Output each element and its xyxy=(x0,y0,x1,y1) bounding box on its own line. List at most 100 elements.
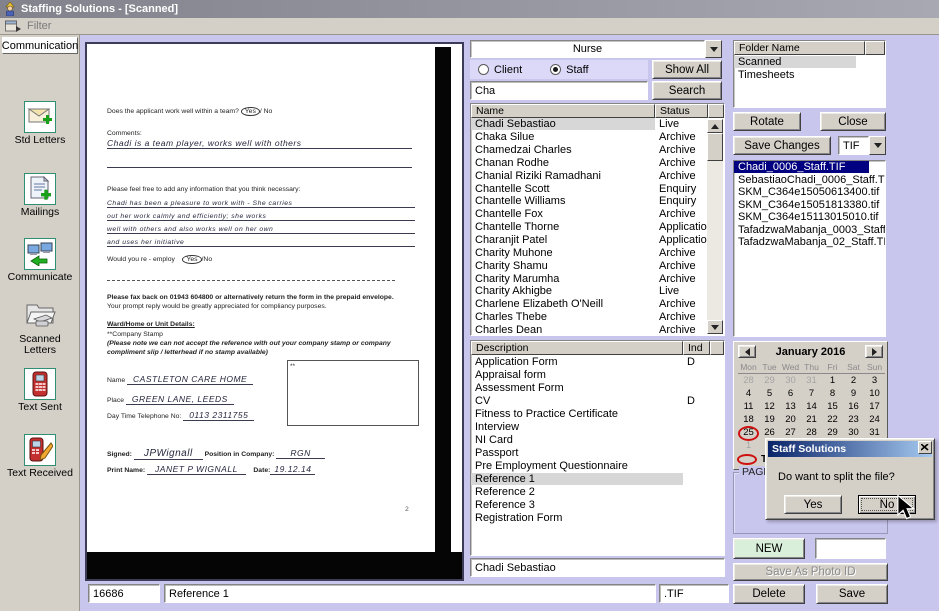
search-input[interactable]: Cha xyxy=(470,81,648,100)
menu-item-filter[interactable]: Filter xyxy=(27,20,51,32)
description-row[interactable]: NI Card xyxy=(471,433,724,446)
staff-row[interactable]: Charles ThebeArchive xyxy=(471,311,724,324)
calendar-day[interactable]: 29 xyxy=(759,374,780,387)
calendar-day[interactable]: 22 xyxy=(822,413,843,426)
calendar-day[interactable]: 16 xyxy=(843,400,864,413)
doc-type-field[interactable]: Reference 1 xyxy=(164,584,656,603)
file-row[interactable]: Chadi_0006_Staff.TIF xyxy=(734,161,885,174)
rotate-button[interactable]: Rotate xyxy=(733,112,801,131)
category-combobox[interactable]: Nurse xyxy=(470,40,722,58)
staff-row[interactable]: Chaka SilueArchive xyxy=(471,131,724,144)
chevron-down-icon[interactable] xyxy=(705,40,722,58)
sidebar-item-communicate[interactable]: Communicate xyxy=(0,238,80,283)
description-row[interactable]: Application FormD xyxy=(471,355,724,368)
calendar-day[interactable]: 20 xyxy=(780,413,801,426)
staff-row[interactable]: Chantelle ScottEnquiry xyxy=(471,182,724,195)
calendar-prev-icon[interactable] xyxy=(738,345,756,358)
chevron-down-icon[interactable] xyxy=(869,136,886,155)
file-row[interactable]: TafadzwaMabanja_0003_Staff.TIF xyxy=(734,224,885,237)
staff-row[interactable]: Chantelle WilliamsEnquiry xyxy=(471,195,724,208)
show-all-button[interactable]: Show All xyxy=(652,60,722,79)
search-button[interactable]: Search xyxy=(652,81,722,100)
calendar-day[interactable]: 8 xyxy=(822,387,843,400)
description-list[interactable]: Description Ind Application FormDApprais… xyxy=(470,340,725,556)
description-row[interactable]: Appraisal form xyxy=(471,368,724,381)
staff-row[interactable]: Chanial Riziki RamadhaniArchive xyxy=(471,169,724,182)
calendar-day[interactable]: 10 xyxy=(864,387,885,400)
staff-row[interactable]: Charity ShamuArchive xyxy=(471,259,724,272)
staff-row[interactable]: Chantelle ThorneApplication xyxy=(471,221,724,234)
record-id-field[interactable]: 16686 xyxy=(88,584,160,603)
scroll-up-icon[interactable] xyxy=(707,119,723,133)
staff-row[interactable]: Charity MarumhaArchive xyxy=(471,272,724,285)
calendar-day[interactable]: 7 xyxy=(801,387,822,400)
calendar-day[interactable]: 17 xyxy=(864,400,885,413)
calendar-day[interactable]: 19 xyxy=(759,413,780,426)
staff-list[interactable]: Name Status Chadi SebastiaoLiveChaka Sil… xyxy=(470,103,725,336)
calendar-day[interactable]: 21 xyxy=(801,413,822,426)
sidebar-item-scanned-letters[interactable]: Scanned Letters xyxy=(0,300,80,356)
save-button[interactable]: Save xyxy=(816,584,888,604)
column-header-status[interactable]: Status xyxy=(655,104,708,118)
file-list[interactable]: Chadi_0006_Staff.TIFSebastiaoChadi_0006_… xyxy=(733,160,886,337)
description-row[interactable]: Fitness to Practice Certificate xyxy=(471,407,724,420)
folder-row[interactable]: Timesheets xyxy=(734,68,885,81)
scroll-down-icon[interactable] xyxy=(707,320,723,334)
description-row[interactable]: CVD xyxy=(471,394,724,407)
calendar-day[interactable]: 1 xyxy=(822,374,843,387)
close-button[interactable]: Close xyxy=(820,112,886,131)
description-row[interactable]: Passport xyxy=(471,446,724,459)
save-changes-button[interactable]: Save Changes xyxy=(733,136,831,155)
calendar-day[interactable]: 6 xyxy=(780,387,801,400)
calendar-day[interactable]: 18 xyxy=(738,413,759,426)
sidebar-item-std-letters[interactable]: Std Letters xyxy=(0,101,80,146)
sidebar-item-text-received[interactable]: Text Received xyxy=(0,434,80,479)
sidebar-item-text-sent[interactable]: Text Sent xyxy=(0,368,80,413)
scrollbar-thumb[interactable] xyxy=(707,133,723,161)
column-header-description[interactable]: Description xyxy=(471,341,683,355)
calendar-day[interactable]: 11 xyxy=(738,400,759,413)
calendar-day[interactable]: 13 xyxy=(780,400,801,413)
description-row[interactable]: Reference 1 xyxy=(471,472,724,485)
dialog-yes-button[interactable]: Yes xyxy=(784,495,842,514)
calendar-next-icon[interactable] xyxy=(865,345,883,358)
file-row[interactable]: SKM_C364e15113015010.tif xyxy=(734,211,885,224)
staff-row[interactable]: Charity MuhoneArchive xyxy=(471,246,724,259)
staff-row[interactable]: Charlene Elizabeth O'NeillArchive xyxy=(471,298,724,311)
staff-row[interactable]: Charanjit PatelApplication xyxy=(471,234,724,247)
description-row[interactable]: Interview xyxy=(471,420,724,433)
selected-staff-field[interactable]: Chadi Sebastiao xyxy=(470,558,725,577)
folder-row[interactable]: Scanned xyxy=(734,55,885,68)
calendar-day[interactable]: 28 xyxy=(738,374,759,387)
staff-row[interactable]: Chamedzai CharlesArchive xyxy=(471,144,724,157)
file-row[interactable]: SKM_C364e15051813380.tif xyxy=(734,199,885,212)
staff-row[interactable]: Chanan RodheArchive xyxy=(471,157,724,170)
delete-button[interactable]: Delete xyxy=(733,584,805,604)
staff-row[interactable]: Chadi SebastiaoLive xyxy=(471,118,724,131)
page-number-input[interactable] xyxy=(815,538,886,559)
file-row[interactable]: SKM_C364e15050613400.tif xyxy=(734,186,885,199)
column-header-ind[interactable]: Ind xyxy=(683,341,710,355)
file-row[interactable]: TafadzwaMabanja_02_Staff.TIF xyxy=(734,236,885,249)
calendar-day[interactable]: 25 xyxy=(738,426,759,439)
radio-staff[interactable]: Staff xyxy=(550,64,588,76)
calendar-day[interactable]: 4 xyxy=(738,387,759,400)
calendar-day[interactable]: 9 xyxy=(843,387,864,400)
calendar-day[interactable]: 5 xyxy=(759,387,780,400)
staff-list-scrollbar[interactable] xyxy=(707,119,723,334)
description-row[interactable]: Registration Form xyxy=(471,511,724,524)
staff-row[interactable]: Charity AkhigbeLive xyxy=(471,285,724,298)
document-preview[interactable]: Does the applicant work well within a te… xyxy=(85,42,464,581)
sidebar-item-mailings[interactable]: Mailings xyxy=(0,173,80,218)
calendar-day[interactable]: 24 xyxy=(864,413,885,426)
description-row[interactable]: Pre Employment Questionnaire xyxy=(471,459,724,472)
file-row[interactable]: SebastiaoChadi_0006_Staff.TIF xyxy=(734,174,885,187)
format-combobox[interactable]: TIF xyxy=(838,136,886,155)
staff-row[interactable]: Charles DeanArchive xyxy=(471,324,724,337)
calendar-day[interactable]: 2 xyxy=(843,374,864,387)
save-as-photo-id-button[interactable]: Save As Photo ID xyxy=(733,563,888,581)
dialog-close-icon[interactable] xyxy=(918,441,932,454)
description-row[interactable]: Reference 2 xyxy=(471,485,724,498)
staff-row[interactable]: Chantelle FoxArchive xyxy=(471,208,724,221)
calendar-day[interactable]: 1 xyxy=(738,439,759,452)
